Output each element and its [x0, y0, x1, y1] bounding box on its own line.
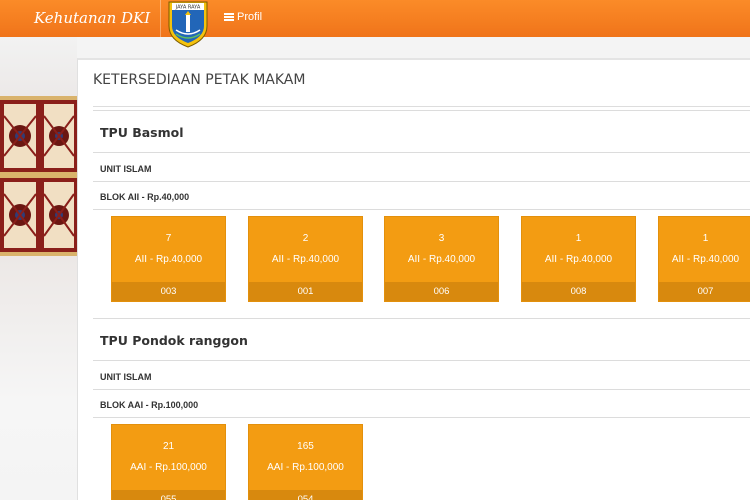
plot-card[interactable]: 1 AII - Rp.40,000 007 — [658, 216, 750, 302]
plot-code: 006 — [385, 282, 498, 301]
unit-label: UNIT ISLAM — [100, 372, 152, 382]
section-divider — [93, 110, 750, 111]
section-divider — [93, 360, 750, 361]
plot-card[interactable]: 1 AII - Rp.40,000 008 — [521, 216, 636, 302]
top-navbar: Kehutanan DKI JAYA RAYA Profil — [0, 0, 750, 48]
plot-available-count: 3 — [438, 233, 445, 244]
plot-code: 054 — [249, 490, 362, 500]
nav-profile-link[interactable]: Profil — [224, 11, 262, 23]
brand-title[interactable]: Kehutanan DKI — [34, 9, 150, 27]
plot-price: AII - Rp.40,000 — [544, 254, 613, 265]
logo-text: JAYA RAYA — [175, 5, 201, 11]
blok-label: BLOK AII - Rp.40,000 — [100, 192, 190, 202]
plot-available-count: 1 — [575, 233, 582, 244]
plot-card[interactable]: 7 AII - Rp.40,000 003 — [111, 216, 226, 302]
section-divider — [93, 389, 750, 390]
section-divider — [93, 152, 750, 153]
plot-price: AAI - Rp.100,000 — [130, 462, 207, 473]
plot-card[interactable]: 21 AAI - Rp.100,000 055 — [111, 424, 226, 500]
plot-price: AII - Rp.40,000 — [671, 254, 740, 265]
tpu-name: TPU Pondok ranggon — [100, 333, 248, 348]
section-divider — [93, 209, 750, 210]
plot-code: 001 — [249, 282, 362, 301]
plot-available-count: 1 — [702, 233, 709, 244]
plot-card[interactable]: 3 AII - Rp.40,000 006 — [384, 216, 499, 302]
card-row: 7 AII - Rp.40,000 003 2 AII - Rp.40,000 … — [111, 216, 750, 302]
plot-price: AII - Rp.40,000 — [407, 254, 476, 265]
plot-available-count: 21 — [162, 441, 175, 452]
plot-code: 055 — [112, 490, 225, 500]
plot-code: 007 — [659, 282, 750, 301]
plot-code: 003 — [112, 282, 225, 301]
page-title: KETERSEDIAAN PETAK MAKAM — [93, 72, 306, 88]
plot-price: AAI - Rp.100,000 — [267, 462, 344, 473]
nav-profile-label: Profil — [237, 11, 263, 23]
main-panel: KETERSEDIAAN PETAK MAKAM TPU Basmol UNIT… — [77, 58, 750, 500]
plot-card[interactable]: 2 AII - Rp.40,000 001 — [248, 216, 363, 302]
side-fade-background — [0, 256, 77, 500]
plot-available-count: 165 — [297, 441, 314, 452]
title-divider — [93, 106, 750, 107]
side-background — [0, 37, 77, 96]
batik-decoration-image — [0, 96, 77, 256]
unit-label: UNIT ISLAM — [100, 164, 152, 174]
section-divider — [93, 181, 750, 182]
section-divider — [93, 318, 750, 319]
tpu-name: TPU Basmol — [100, 125, 184, 140]
brand-divider — [160, 0, 161, 37]
list-menu-icon — [224, 13, 234, 21]
plot-price: AII - Rp.40,000 — [134, 254, 203, 265]
plot-code: 008 — [522, 282, 635, 301]
plot-available-count: 2 — [302, 233, 309, 244]
blok-label: BLOK AAI - Rp.100,000 — [100, 400, 199, 410]
plot-card[interactable]: 165 AAI - Rp.100,000 054 — [248, 424, 363, 500]
card-row: 21 AAI - Rp.100,000 055 165 AAI - Rp.100… — [111, 424, 750, 500]
jakarta-crest-logo[interactable]: JAYA RAYA — [166, 0, 210, 48]
plot-available-count: 7 — [165, 233, 172, 244]
plot-price: AII - Rp.40,000 — [271, 254, 340, 265]
section-divider — [93, 417, 750, 418]
